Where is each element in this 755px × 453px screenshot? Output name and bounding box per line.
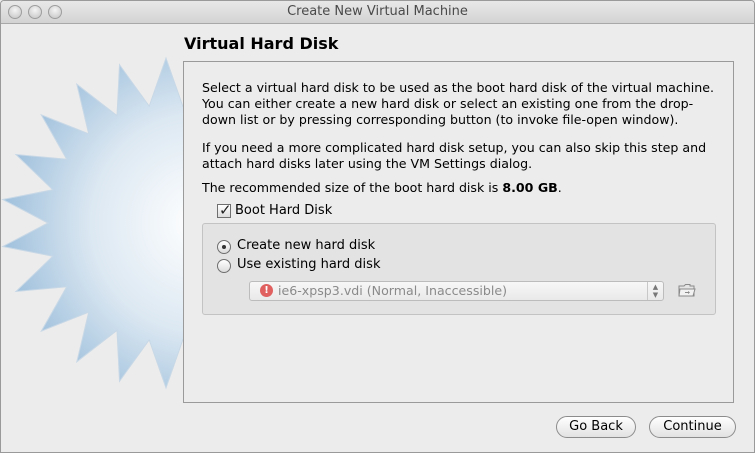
use-existing-disk-radio[interactable] bbox=[217, 259, 231, 273]
text-line: You can either create a new hard disk or… bbox=[202, 96, 694, 111]
error-icon: ! bbox=[260, 284, 273, 297]
existing-disk-select[interactable]: ! ie6-xpsp3.vdi (Normal, Inaccessible) ▲… bbox=[249, 281, 664, 301]
recommended-size-value: 8.00 GB bbox=[502, 180, 558, 195]
recommended-prefix: The recommended size of the boot hard di… bbox=[202, 180, 503, 195]
create-new-disk-radio[interactable] bbox=[217, 240, 231, 254]
text-line: Select a virtual hard disk to be used as… bbox=[202, 80, 715, 95]
select-arrows-icon: ▲ ▼ bbox=[647, 282, 663, 300]
text-line: attach hard disks later using the VM Set… bbox=[202, 156, 533, 171]
radio-selected-dot bbox=[222, 245, 226, 249]
text-line: down list or by pressing corresponding b… bbox=[202, 112, 679, 127]
advanced-paragraph: If you need a more complicated hard disk… bbox=[202, 140, 722, 172]
create-new-disk-label[interactable]: Create new hard disk bbox=[237, 238, 375, 253]
use-existing-disk-label[interactable]: Use existing hard disk bbox=[237, 257, 380, 272]
starburst-illustration bbox=[1, 56, 191, 390]
recommended-size-text: The recommended size of the boot hard di… bbox=[202, 180, 722, 196]
open-folder-icon[interactable] bbox=[677, 281, 697, 299]
go-back-button[interactable]: Go Back bbox=[556, 416, 636, 438]
text-line: If you need a more complicated hard disk… bbox=[202, 140, 707, 155]
page-title: Virtual Hard Disk bbox=[184, 34, 339, 53]
recommended-suffix: . bbox=[557, 180, 562, 195]
intro-paragraph: Select a virtual hard disk to be used as… bbox=[202, 80, 722, 128]
boot-hard-disk-checkbox[interactable]: ✓ bbox=[217, 201, 232, 219]
title-bar: Create New Virtual Machine bbox=[1, 1, 754, 24]
window-title: Create New Virtual Machine bbox=[287, 4, 468, 19]
checkmark-icon: ✓ bbox=[219, 201, 232, 219]
dialog-window: Create New Virtual Machine Virtual Hard … bbox=[0, 0, 755, 453]
existing-disk-select-value: ie6-xpsp3.vdi (Normal, Inaccessible) bbox=[278, 283, 508, 298]
boot-hard-disk-label[interactable]: Boot Hard Disk bbox=[235, 203, 332, 218]
continue-button[interactable]: Continue bbox=[649, 416, 736, 438]
hard-disk-options-group: Create new hard disk Use existing hard d… bbox=[202, 223, 716, 315]
content-panel: Select a virtual hard disk to be used as… bbox=[183, 61, 734, 403]
